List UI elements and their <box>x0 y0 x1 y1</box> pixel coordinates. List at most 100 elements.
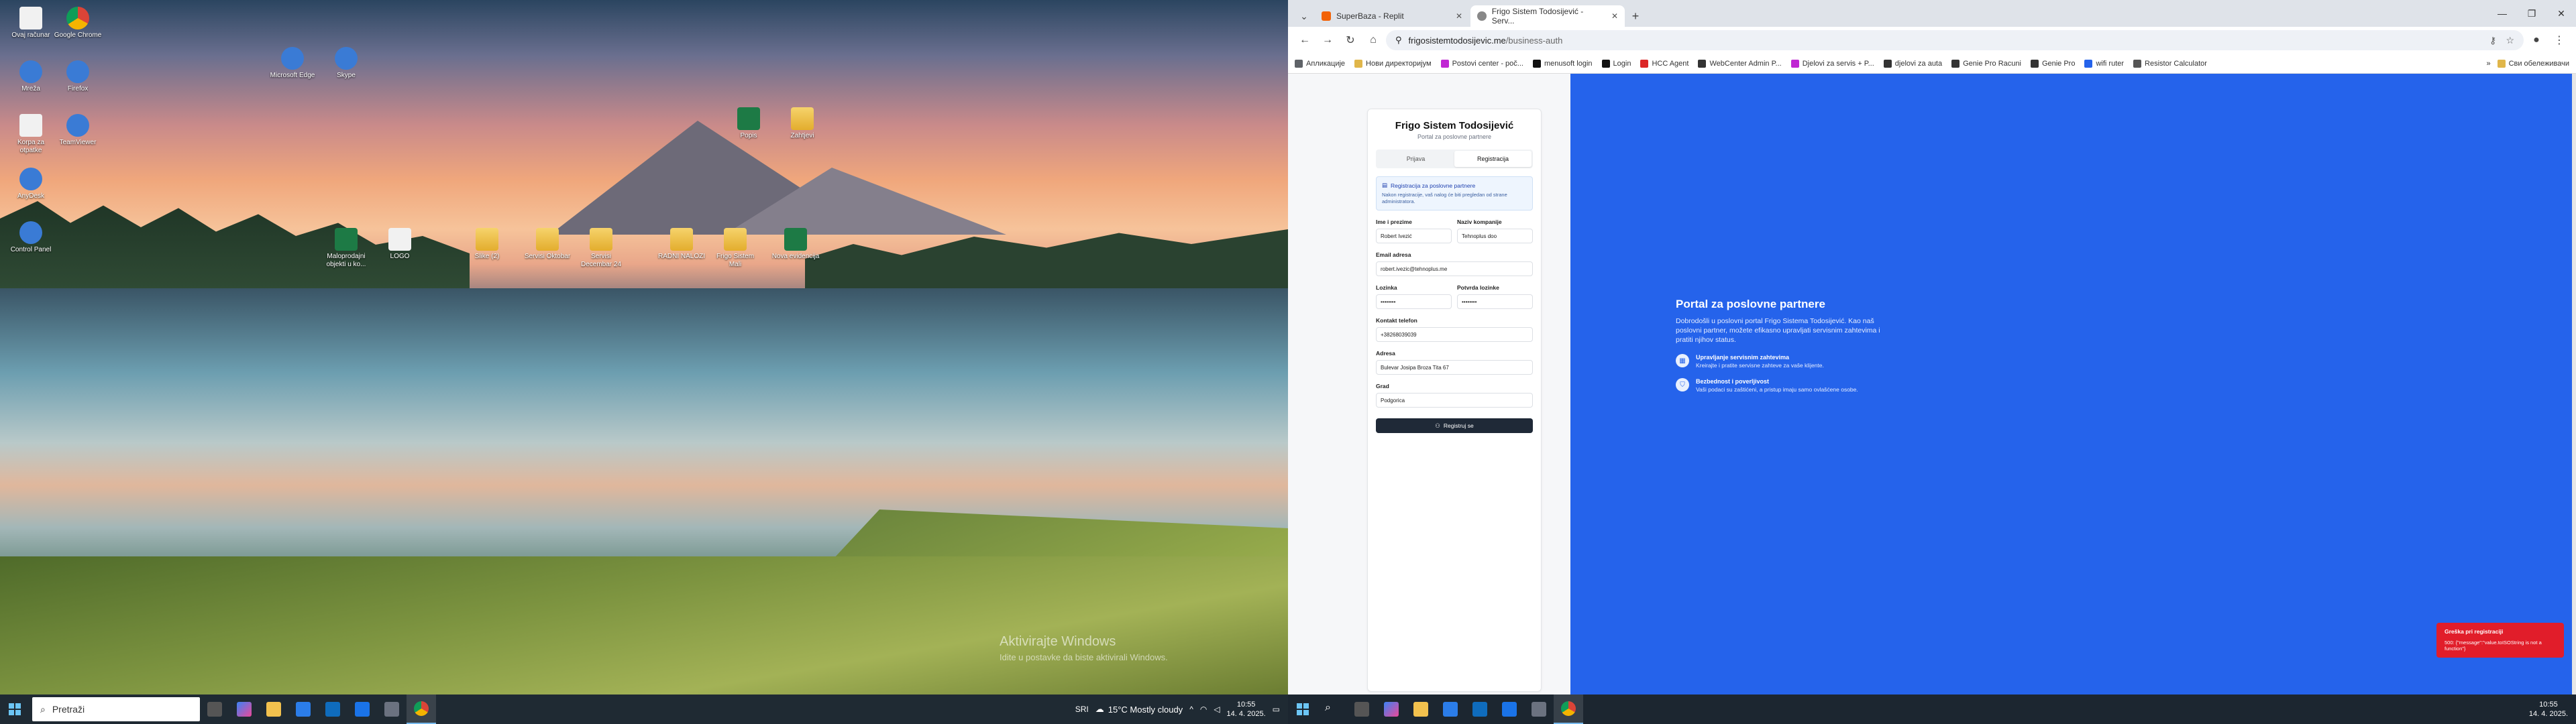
desktop-icon[interactable]: Frigo Sistem Mali <box>711 228 759 269</box>
bookmark-item[interactable]: Resistor Calculator <box>2133 59 2207 68</box>
weather-widget[interactable]: ☁ 15°C Mostly cloudy <box>1095 704 1183 715</box>
register-button[interactable]: ⚇ Registruj se <box>1376 418 1533 433</box>
reload-button[interactable]: ↻ <box>1340 30 1360 50</box>
home-button[interactable]: ⌂ <box>1363 30 1383 50</box>
taskbar-task-view[interactable] <box>1347 695 1377 724</box>
chevron-up-icon[interactable]: ^ <box>1189 705 1193 714</box>
taskbar-mail[interactable] <box>347 695 377 724</box>
start-button[interactable] <box>1288 695 1318 724</box>
tab-login[interactable]: Prijava <box>1377 151 1454 167</box>
hero-pane: Portal za poslovne partnere Dobrodošli u… <box>1570 74 2576 695</box>
address-bar[interactable]: ⚲ frigosistemtodosijevic.me/business-aut… <box>1386 30 2524 50</box>
restore-icon[interactable]: ❐ <box>2517 8 2546 19</box>
desktop-icon[interactable]: Zahtjevi <box>778 107 826 140</box>
menu-button[interactable]: ⋮ <box>2549 30 2569 50</box>
taskbar-file-explorer[interactable] <box>259 695 288 724</box>
taskbar-chrome[interactable] <box>407 695 436 724</box>
desktop-icon[interactable]: Google Chrome <box>54 7 102 40</box>
profile-button[interactable]: ● <box>2526 30 2546 50</box>
desktop-icon[interactable]: TeamViewer <box>54 114 102 147</box>
site-info-icon[interactable]: ⚲ <box>1395 35 1402 46</box>
wifi-icon[interactable]: ◠ <box>1200 705 1207 714</box>
desktop-icon[interactable]: Control Panel <box>7 221 55 254</box>
bookmark-item[interactable]: Нови директоријум <box>1354 59 1432 68</box>
bookmark-item[interactable]: Апликације <box>1295 59 1345 68</box>
desktop-icon[interactable]: AnyDesk <box>7 168 55 200</box>
clock[interactable]: 10:55 14. 4. 2025. <box>2529 700 2568 719</box>
taskbar-calculator[interactable] <box>377 695 407 724</box>
notification-icon[interactable]: ▭ <box>1273 705 1280 714</box>
tab-superbaza[interactable]: SuperBaza - Replit ✕ <box>1315 5 1469 27</box>
volume-icon[interactable]: ◁ <box>1214 705 1220 714</box>
bookmarks-bar: Апликације Нови директоријум Postovi cente… <box>1288 54 2576 74</box>
taskbar-search-button[interactable]: ⌕ <box>1318 695 1347 724</box>
address-input[interactable]: Bulevar Josipa Broza Tita 67 <box>1376 360 1533 375</box>
desktop-icon[interactable]: Slike (2) <box>463 228 511 261</box>
start-button[interactable] <box>0 695 30 724</box>
taskbar-store[interactable] <box>1436 695 1465 724</box>
tab-register[interactable]: Registracija <box>1454 151 1532 167</box>
desktop-icon[interactable]: Servisi Decembar 24 <box>577 228 625 269</box>
forward-button[interactable]: → <box>1318 30 1338 50</box>
new-tab-button[interactable]: + <box>1626 5 1645 27</box>
desktop-icon[interactable]: Maloprodajni objekti u ko... <box>322 228 370 269</box>
taskbar-copilot[interactable] <box>229 695 259 724</box>
tab-search-button[interactable]: ⌄ <box>1295 5 1313 27</box>
phone-input[interactable]: +38268039039 <box>1376 327 1533 342</box>
bookmark-label: HCC Agent <box>1652 59 1689 68</box>
desktop-icon[interactable]: Korpa za otpatke <box>7 114 55 155</box>
close-icon[interactable]: ✕ <box>1456 11 1462 21</box>
taskbar-chrome[interactable] <box>1554 695 1583 724</box>
minimize-icon[interactable]: — <box>2487 8 2517 19</box>
desktop-icon-label: Mreža <box>21 85 40 93</box>
taskbar-copilot[interactable] <box>1377 695 1406 724</box>
bookmark-star-icon[interactable]: ☆ <box>2506 35 2514 46</box>
bookmark-item[interactable]: djelovi za auta <box>1883 59 1942 68</box>
bookmark-item[interactable]: HCC Agent <box>1640 59 1689 68</box>
desktop-icon[interactable]: Popis <box>724 107 773 140</box>
desktop-icon[interactable]: Ovaj računar <box>7 7 55 40</box>
desktop-icon[interactable]: Mreža <box>7 60 55 93</box>
company-input[interactable]: Tehnoplus doo <box>1457 229 1533 243</box>
desktop-icon[interactable]: RADNI NALOZI <box>657 228 706 261</box>
desktop-icon[interactable]: LOGO <box>376 228 424 261</box>
desktop-icon[interactable]: Microsoft Edge <box>268 47 317 80</box>
bookmark-item[interactable]: Djelovi za servis + P... <box>1790 59 1874 68</box>
bookmark-item[interactable]: Genie Pro <box>2030 59 2075 68</box>
bookmark-item[interactable]: WebCenter Admin P... <box>1698 59 1782 68</box>
desktop-icon[interactable]: Nova evidencija <box>771 228 820 261</box>
bookmark-item[interactable]: Login <box>1601 59 1631 68</box>
name-input[interactable]: Robert Ivezić <box>1376 229 1452 243</box>
tab-frigo-sistem[interactable]: Frigo Sistem Todosijević - Serv... ✕ <box>1470 5 1625 27</box>
taskbar-search[interactable]: ⌕ Pretraži <box>32 697 200 721</box>
bookmark-item[interactable]: menusoft login <box>1532 59 1593 68</box>
bookmark-item[interactable]: Genie Pro Racuni <box>1951 59 2021 68</box>
more-bookmarks-icon[interactable]: » <box>2486 60 2490 68</box>
close-window-icon[interactable]: ✕ <box>2546 8 2576 19</box>
taskbar-store[interactable] <box>288 695 318 724</box>
page-scrollbar[interactable] <box>2572 74 2576 695</box>
taskbar-file-explorer[interactable] <box>1406 695 1436 724</box>
error-toast[interactable]: Greška pri registraciji 500: {"message":… <box>2436 623 2564 658</box>
taskbar-task-view[interactable] <box>200 695 229 724</box>
password-key-icon[interactable]: ⚷ <box>2489 35 2496 46</box>
password-input[interactable]: •••••••• <box>1376 294 1452 309</box>
taskbar-calculator[interactable] <box>1524 695 1554 724</box>
all-bookmarks[interactable]: Сви обележивачи <box>2497 59 2569 68</box>
desktop-icon[interactable]: Servisi Oktobar <box>523 228 572 261</box>
clock[interactable]: 10:55 14. 4. 2025. <box>1227 700 1266 719</box>
desktop-icon[interactable]: Skype <box>322 47 370 80</box>
city-input[interactable]: Podgorica <box>1376 393 1533 408</box>
back-button[interactable]: ← <box>1295 30 1315 50</box>
bookmark-item[interactable]: Postovi center - poč... <box>1440 59 1523 68</box>
confirm-password-input[interactable]: •••••••• <box>1457 294 1533 309</box>
email-input[interactable]: robert.ivezic@tehnoplus.me <box>1376 261 1533 276</box>
taskbar-outlook[interactable] <box>318 695 347 724</box>
close-icon[interactable]: ✕ <box>1611 11 1618 21</box>
bookmark-favicon-icon <box>1951 59 1960 68</box>
bookmark-item[interactable]: wifi ruter <box>2084 59 2124 68</box>
taskbar-outlook[interactable] <box>1465 695 1495 724</box>
taskbar-mail[interactable] <box>1495 695 1524 724</box>
desktop-icon[interactable]: Firefox <box>54 60 102 93</box>
language-indicator[interactable]: SRI <box>1075 705 1089 714</box>
